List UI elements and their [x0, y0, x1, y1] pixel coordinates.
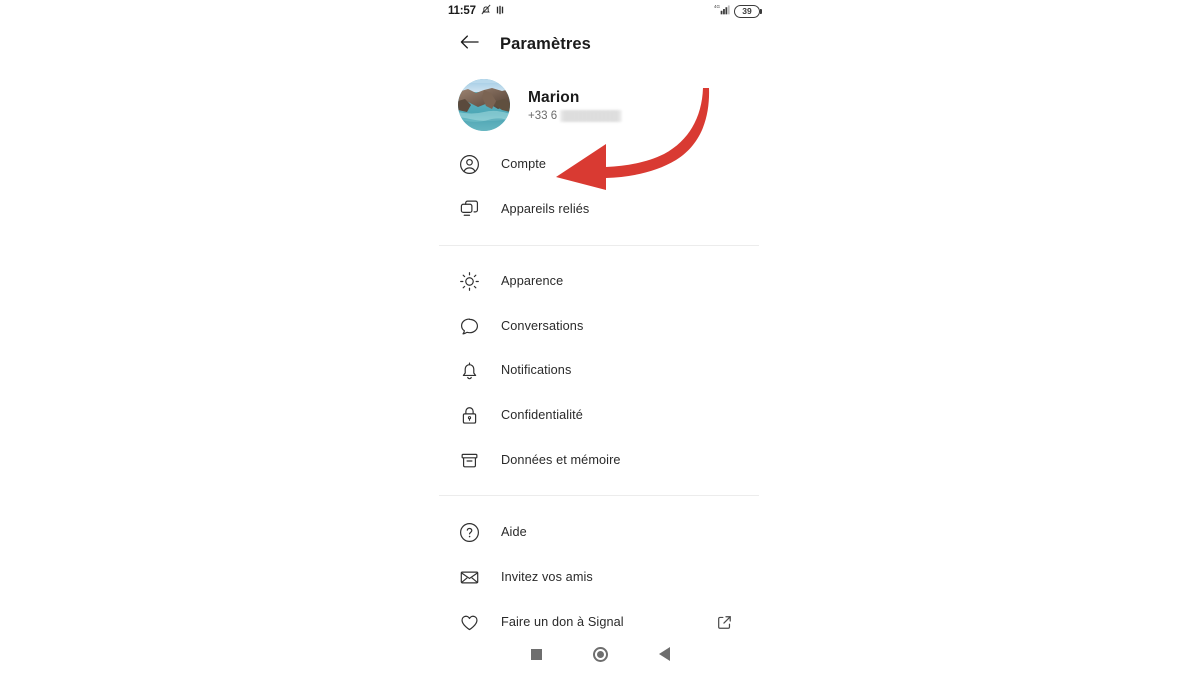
profile-row[interactable]: Marion +33 6 [438, 74, 762, 136]
chat-bubble-icon [458, 315, 480, 337]
vibrate-icon [496, 2, 506, 20]
profile-name: Marion [528, 89, 580, 107]
sidebar-item-label: Notifications [501, 363, 572, 377]
avatar [458, 79, 510, 131]
sidebar-item-label: Invitez vos amis [501, 570, 593, 584]
sidebar-item-label: Compte [501, 157, 547, 171]
section-divider-2 [439, 495, 759, 496]
svg-text:4G: 4G [714, 4, 720, 9]
phone-redaction-blur [560, 109, 623, 122]
home-button[interactable] [568, 633, 632, 675]
profile-text: Marion +33 6 [528, 88, 623, 122]
sidebar-item-label: Apparence [501, 274, 564, 288]
heart-icon [458, 611, 480, 633]
page-title: Paramètres [500, 34, 591, 53]
screenshot-root: 11:57 4G 39 Paramètres Marion +33 6 Comp… [0, 0, 1200, 675]
brightness-sun-icon [458, 270, 480, 292]
linked-devices-icon [458, 198, 480, 220]
arrow-left-icon [460, 34, 479, 55]
profile-phone-number: +33 6 [528, 109, 558, 122]
battery-icon: 39 [734, 4, 762, 18]
sidebar-item-aide[interactable]: Aide [438, 510, 762, 554]
bell-muted-icon [481, 2, 491, 20]
external-link-icon[interactable] [716, 614, 732, 630]
sidebar-item-label: Confidentialité [501, 408, 583, 422]
sidebar-item-label: Faire un don à Signal [501, 615, 624, 629]
sidebar-item-label: Aide [501, 525, 527, 539]
section-divider-1 [439, 245, 759, 246]
sidebar-item-label: Appareils reliés [501, 202, 590, 216]
bell-icon [458, 359, 480, 381]
square-recents-icon [530, 648, 542, 660]
sidebar-item-appareils-relies[interactable]: Appareils reliés [438, 187, 762, 231]
back-navigation-button[interactable] [452, 27, 486, 61]
lock-icon [458, 404, 480, 426]
sidebar-item-apparence[interactable]: Apparence [438, 259, 762, 303]
recents-button[interactable] [504, 633, 568, 675]
archive-box-icon [458, 449, 480, 471]
sidebar-item-label: Conversations [501, 319, 584, 333]
sidebar-item-label: Données et mémoire [501, 453, 621, 467]
sidebar-item-confidentialite[interactable]: Confidentialité [438, 393, 762, 437]
sidebar-item-donnees-memoire[interactable]: Données et mémoire [438, 438, 762, 482]
sidebar-item-compte[interactable]: Compte [438, 142, 762, 186]
battery-level: 39 [742, 5, 752, 16]
status-bar-clock: 11:57 [448, 5, 476, 17]
status-bar-left: 11:57 [448, 2, 506, 20]
cellular-signal-4g-icon: 4G [714, 2, 730, 20]
circle-home-icon [592, 646, 608, 662]
sidebar-item-invitez-vos-amis[interactable]: Invitez vos amis [438, 555, 762, 599]
avatar-photo [458, 79, 510, 131]
person-circle-icon [458, 153, 480, 175]
question-circle-icon [458, 521, 480, 543]
envelope-icon [458, 566, 480, 588]
back-button[interactable] [632, 633, 696, 675]
triangle-back-icon [658, 647, 670, 661]
status-bar-right: 4G 39 [714, 2, 762, 20]
status-bar: 11:57 4G 39 [438, 0, 762, 22]
app-bar: Paramètres [438, 26, 762, 62]
profile-phone-line: +33 6 [528, 109, 623, 122]
android-navigation-bar [438, 633, 762, 675]
sidebar-item-conversations[interactable]: Conversations [438, 304, 762, 348]
sidebar-item-notifications[interactable]: Notifications [438, 348, 762, 392]
phone-viewport: 11:57 4G 39 Paramètres Marion +33 6 Comp… [438, 0, 762, 675]
